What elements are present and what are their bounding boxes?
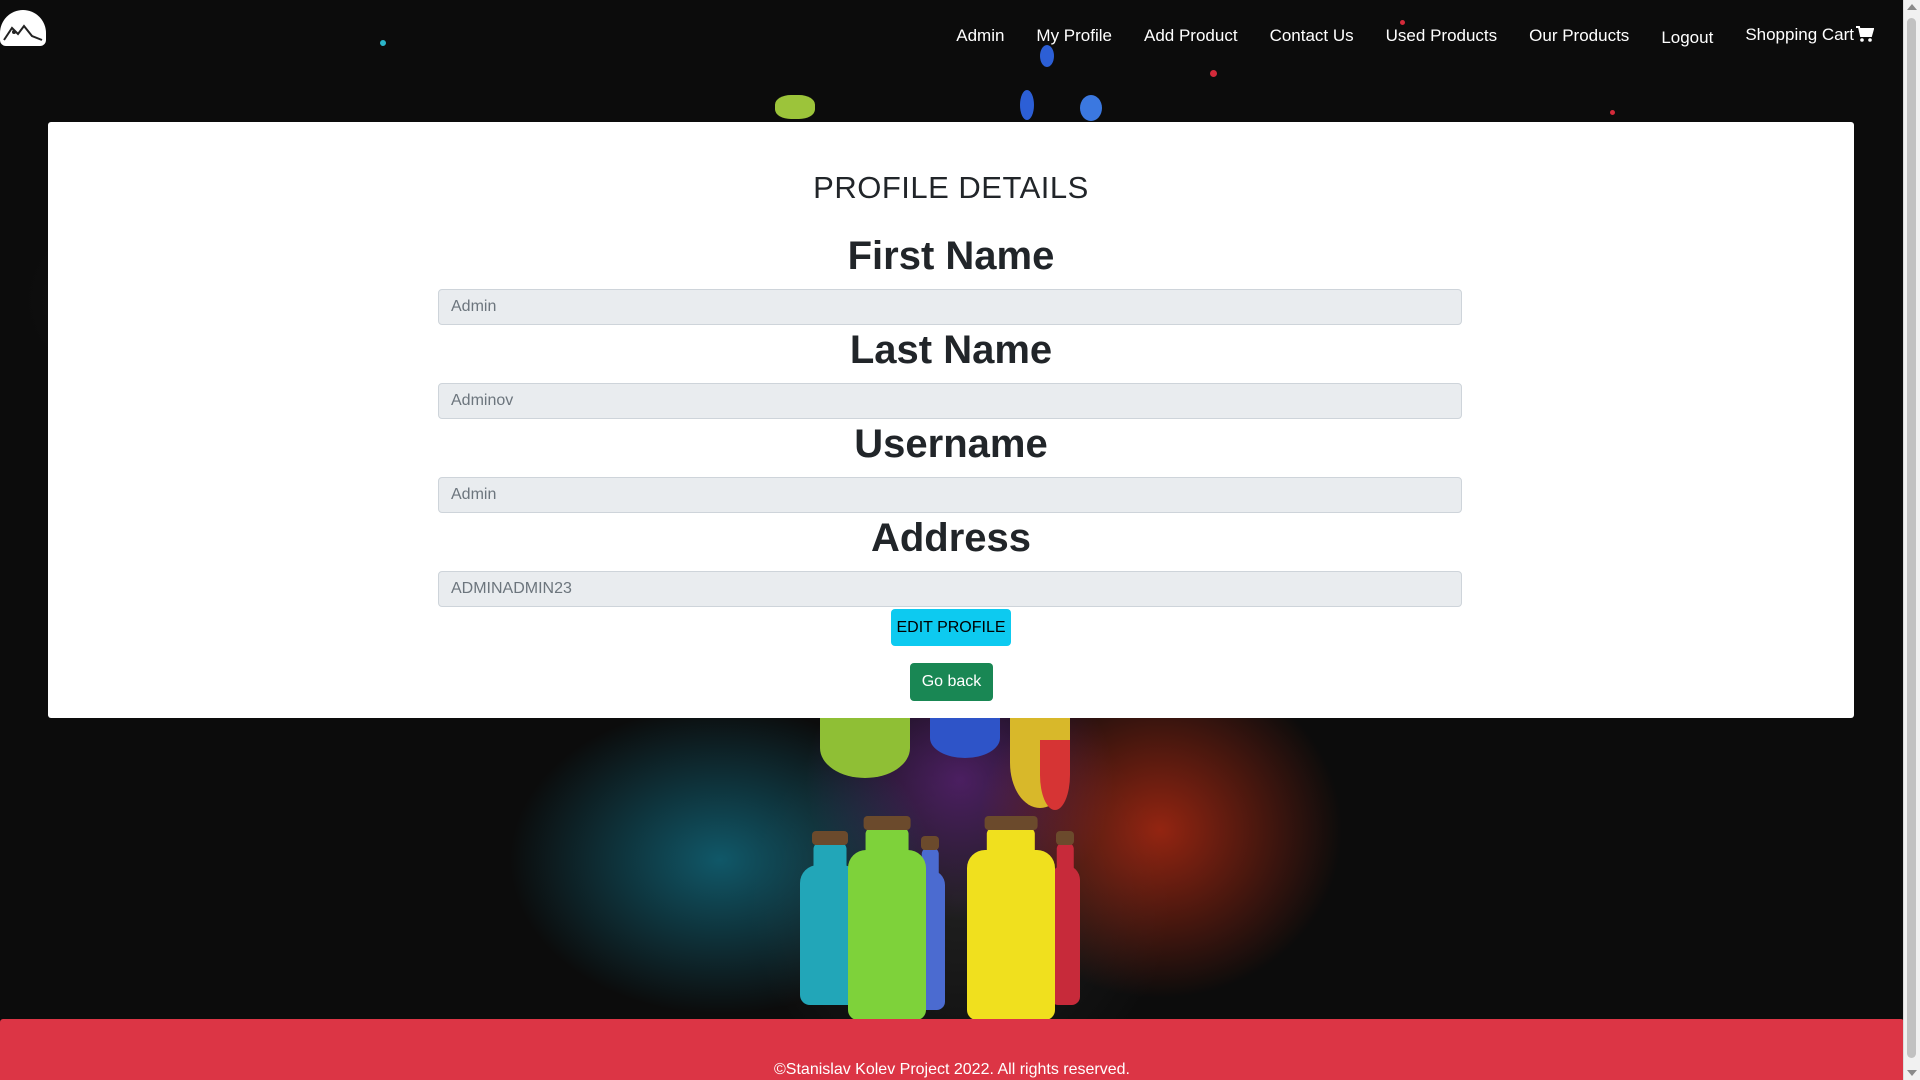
first-name-field[interactable] (438, 289, 1462, 325)
address-label: Address (870, 516, 1032, 560)
go-back-button[interactable]: Go back (910, 663, 993, 701)
shopping-cart-label: Shopping Cart (1745, 25, 1854, 44)
address-field[interactable] (438, 571, 1462, 607)
scrollbar-thumb[interactable] (1907, 18, 1916, 1058)
top-navbar: Admin My Profile Add Product Contact Us … (0, 0, 1904, 72)
site-logo-icon[interactable] (0, 10, 46, 46)
nav-link-our-products[interactable]: Our Products (1529, 26, 1629, 46)
nav-link-admin[interactable]: Admin (956, 26, 1004, 46)
last-name-field[interactable] (438, 383, 1462, 419)
nav-link-add-product[interactable]: Add Product (1144, 26, 1238, 46)
shopping-cart-icon (1856, 26, 1875, 47)
nav-links: Admin My Profile Add Product Contact Us … (924, 24, 1875, 48)
nav-link-logout[interactable]: Logout (1661, 28, 1713, 48)
footer-copyright: ©Stanislav Kolev Project 2022. All right… (774, 1061, 1130, 1078)
nav-link-shopping-cart[interactable]: Shopping Cart (1745, 25, 1875, 47)
last-name-label: Last Name (849, 328, 1053, 372)
username-label: Username (854, 422, 1048, 466)
scroll-down-arrow-icon[interactable] (1907, 1070, 1917, 1076)
nav-link-contact-us[interactable]: Contact Us (1270, 26, 1354, 46)
page-title: PROFILE DETAILS (813, 170, 1089, 205)
first-name-label: First Name (847, 234, 1055, 278)
nav-link-my-profile[interactable]: My Profile (1036, 26, 1112, 46)
nav-link-used-products[interactable]: Used Products (1386, 26, 1498, 46)
scroll-up-arrow-icon[interactable] (1907, 4, 1917, 10)
page-scrollbar[interactable] (1903, 0, 1920, 1080)
footer: ©Stanislav Kolev Project 2022. All right… (0, 1019, 1904, 1080)
profile-details-card: PROFILE DETAILS First Name Last Name Use… (48, 122, 1854, 718)
edit-profile-button[interactable]: EDIT PROFILE (891, 609, 1011, 646)
username-field[interactable] (438, 477, 1462, 513)
